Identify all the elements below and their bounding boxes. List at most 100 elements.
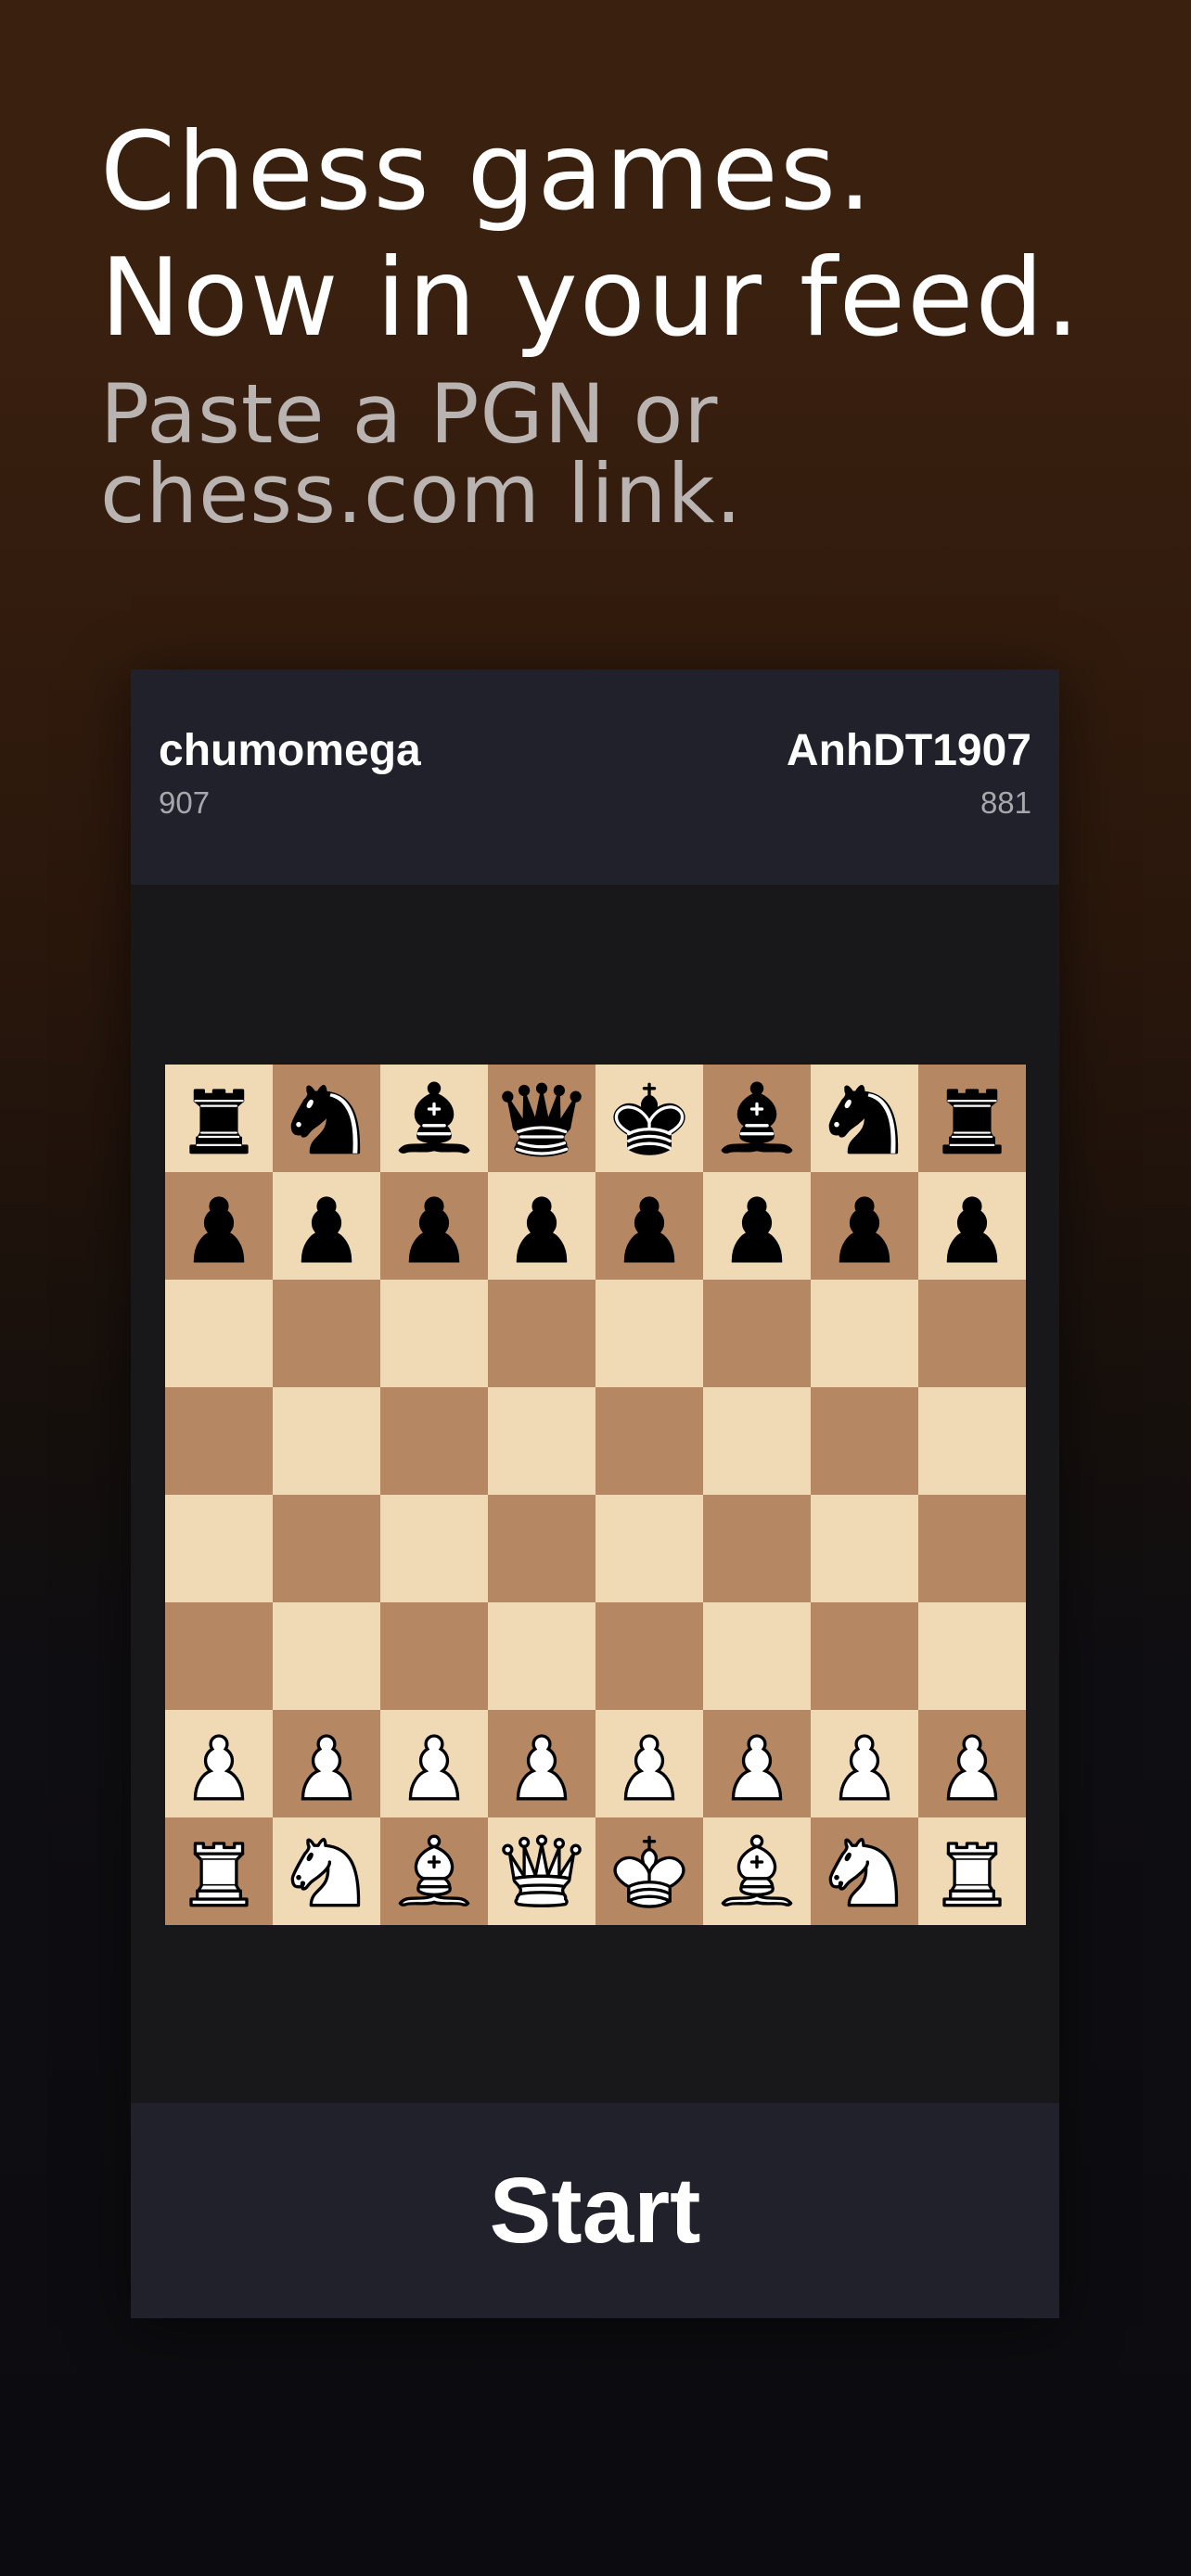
black-pawn-icon[interactable] <box>711 1180 803 1272</box>
square-e4[interactable] <box>596 1495 703 1602</box>
square-a8[interactable] <box>165 1065 273 1172</box>
square-b7[interactable] <box>273 1172 380 1280</box>
square-d4[interactable] <box>488 1495 596 1602</box>
square-b4[interactable] <box>273 1495 380 1602</box>
square-f5[interactable] <box>703 1387 811 1495</box>
black-knight-icon[interactable] <box>280 1072 373 1165</box>
white-pawn-icon[interactable] <box>818 1717 911 1810</box>
square-c3[interactable] <box>380 1602 488 1710</box>
square-d3[interactable] <box>488 1602 596 1710</box>
square-a7[interactable] <box>165 1172 273 1280</box>
square-f7[interactable] <box>703 1172 811 1280</box>
white-pawn-icon[interactable] <box>926 1717 1018 1810</box>
white-pawn-icon[interactable] <box>495 1717 588 1810</box>
square-g3[interactable] <box>811 1602 918 1710</box>
square-e5[interactable] <box>596 1387 703 1495</box>
white-bishop-icon[interactable] <box>388 1825 480 1918</box>
square-e1[interactable] <box>596 1817 703 1925</box>
square-c8[interactable] <box>380 1065 488 1172</box>
black-queen-icon[interactable] <box>495 1072 588 1165</box>
white-rook-icon[interactable] <box>173 1825 265 1918</box>
black-knight-icon[interactable] <box>818 1072 911 1165</box>
square-e3[interactable] <box>596 1602 703 1710</box>
square-d1[interactable] <box>488 1817 596 1925</box>
white-rook-icon[interactable] <box>926 1825 1018 1918</box>
square-a4[interactable] <box>165 1495 273 1602</box>
square-a3[interactable] <box>165 1602 273 1710</box>
square-a2[interactable] <box>165 1710 273 1817</box>
square-g5[interactable] <box>811 1387 918 1495</box>
square-f4[interactable] <box>703 1495 811 1602</box>
black-rook-icon[interactable] <box>926 1072 1018 1165</box>
square-f1[interactable] <box>703 1817 811 1925</box>
square-f8[interactable] <box>703 1065 811 1172</box>
square-d5[interactable] <box>488 1387 596 1495</box>
black-rook-icon[interactable] <box>173 1072 265 1165</box>
square-b2[interactable] <box>273 1710 380 1817</box>
white-knight-icon[interactable] <box>818 1825 911 1918</box>
white-player-info: chumomega 907 <box>159 725 421 822</box>
square-h6[interactable] <box>918 1280 1026 1387</box>
white-pawn-icon[interactable] <box>388 1717 480 1810</box>
square-c7[interactable] <box>380 1172 488 1280</box>
headline: Chess games. Now in your feed. <box>100 109 1139 362</box>
square-g2[interactable] <box>811 1710 918 1817</box>
square-f3[interactable] <box>703 1602 811 1710</box>
square-c1[interactable] <box>380 1817 488 1925</box>
white-knight-icon[interactable] <box>280 1825 373 1918</box>
square-e2[interactable] <box>596 1710 703 1817</box>
square-h4[interactable] <box>918 1495 1026 1602</box>
square-h7[interactable] <box>918 1172 1026 1280</box>
square-a5[interactable] <box>165 1387 273 1495</box>
square-f6[interactable] <box>703 1280 811 1387</box>
square-g6[interactable] <box>811 1280 918 1387</box>
black-pawn-icon[interactable] <box>603 1180 696 1272</box>
black-pawn-icon[interactable] <box>280 1180 373 1272</box>
white-queen-icon[interactable] <box>495 1825 588 1918</box>
white-player-name: chumomega <box>159 726 421 775</box>
black-pawn-icon[interactable] <box>926 1180 1018 1272</box>
white-pawn-icon[interactable] <box>173 1717 265 1810</box>
square-c6[interactable] <box>380 1280 488 1387</box>
square-h2[interactable] <box>918 1710 1026 1817</box>
square-b5[interactable] <box>273 1387 380 1495</box>
black-king-icon[interactable] <box>603 1072 696 1165</box>
square-d2[interactable] <box>488 1710 596 1817</box>
black-pawn-icon[interactable] <box>495 1180 588 1272</box>
square-g8[interactable] <box>811 1065 918 1172</box>
square-a6[interactable] <box>165 1280 273 1387</box>
black-pawn-icon[interactable] <box>173 1180 265 1272</box>
square-g7[interactable] <box>811 1172 918 1280</box>
square-c4[interactable] <box>380 1495 488 1602</box>
square-b1[interactable] <box>273 1817 380 1925</box>
white-king-icon[interactable] <box>603 1825 696 1918</box>
white-pawn-icon[interactable] <box>711 1717 803 1810</box>
square-f2[interactable] <box>703 1710 811 1817</box>
square-g4[interactable] <box>811 1495 918 1602</box>
square-d8[interactable] <box>488 1065 596 1172</box>
black-bishop-icon[interactable] <box>388 1072 480 1165</box>
start-button[interactable]: Start <box>131 2103 1059 2318</box>
square-e7[interactable] <box>596 1172 703 1280</box>
square-d7[interactable] <box>488 1172 596 1280</box>
square-h3[interactable] <box>918 1602 1026 1710</box>
square-a1[interactable] <box>165 1817 273 1925</box>
white-pawn-icon[interactable] <box>280 1717 373 1810</box>
square-h8[interactable] <box>918 1065 1026 1172</box>
square-b6[interactable] <box>273 1280 380 1387</box>
square-c2[interactable] <box>380 1710 488 1817</box>
square-c5[interactable] <box>380 1387 488 1495</box>
square-e6[interactable] <box>596 1280 703 1387</box>
white-bishop-icon[interactable] <box>711 1825 803 1918</box>
black-pawn-icon[interactable] <box>388 1180 480 1272</box>
square-h1[interactable] <box>918 1817 1026 1925</box>
square-b8[interactable] <box>273 1065 380 1172</box>
black-pawn-icon[interactable] <box>818 1180 911 1272</box>
white-pawn-icon[interactable] <box>603 1717 696 1810</box>
square-h5[interactable] <box>918 1387 1026 1495</box>
square-d6[interactable] <box>488 1280 596 1387</box>
square-e8[interactable] <box>596 1065 703 1172</box>
black-bishop-icon[interactable] <box>711 1072 803 1165</box>
square-g1[interactable] <box>811 1817 918 1925</box>
square-b3[interactable] <box>273 1602 380 1710</box>
